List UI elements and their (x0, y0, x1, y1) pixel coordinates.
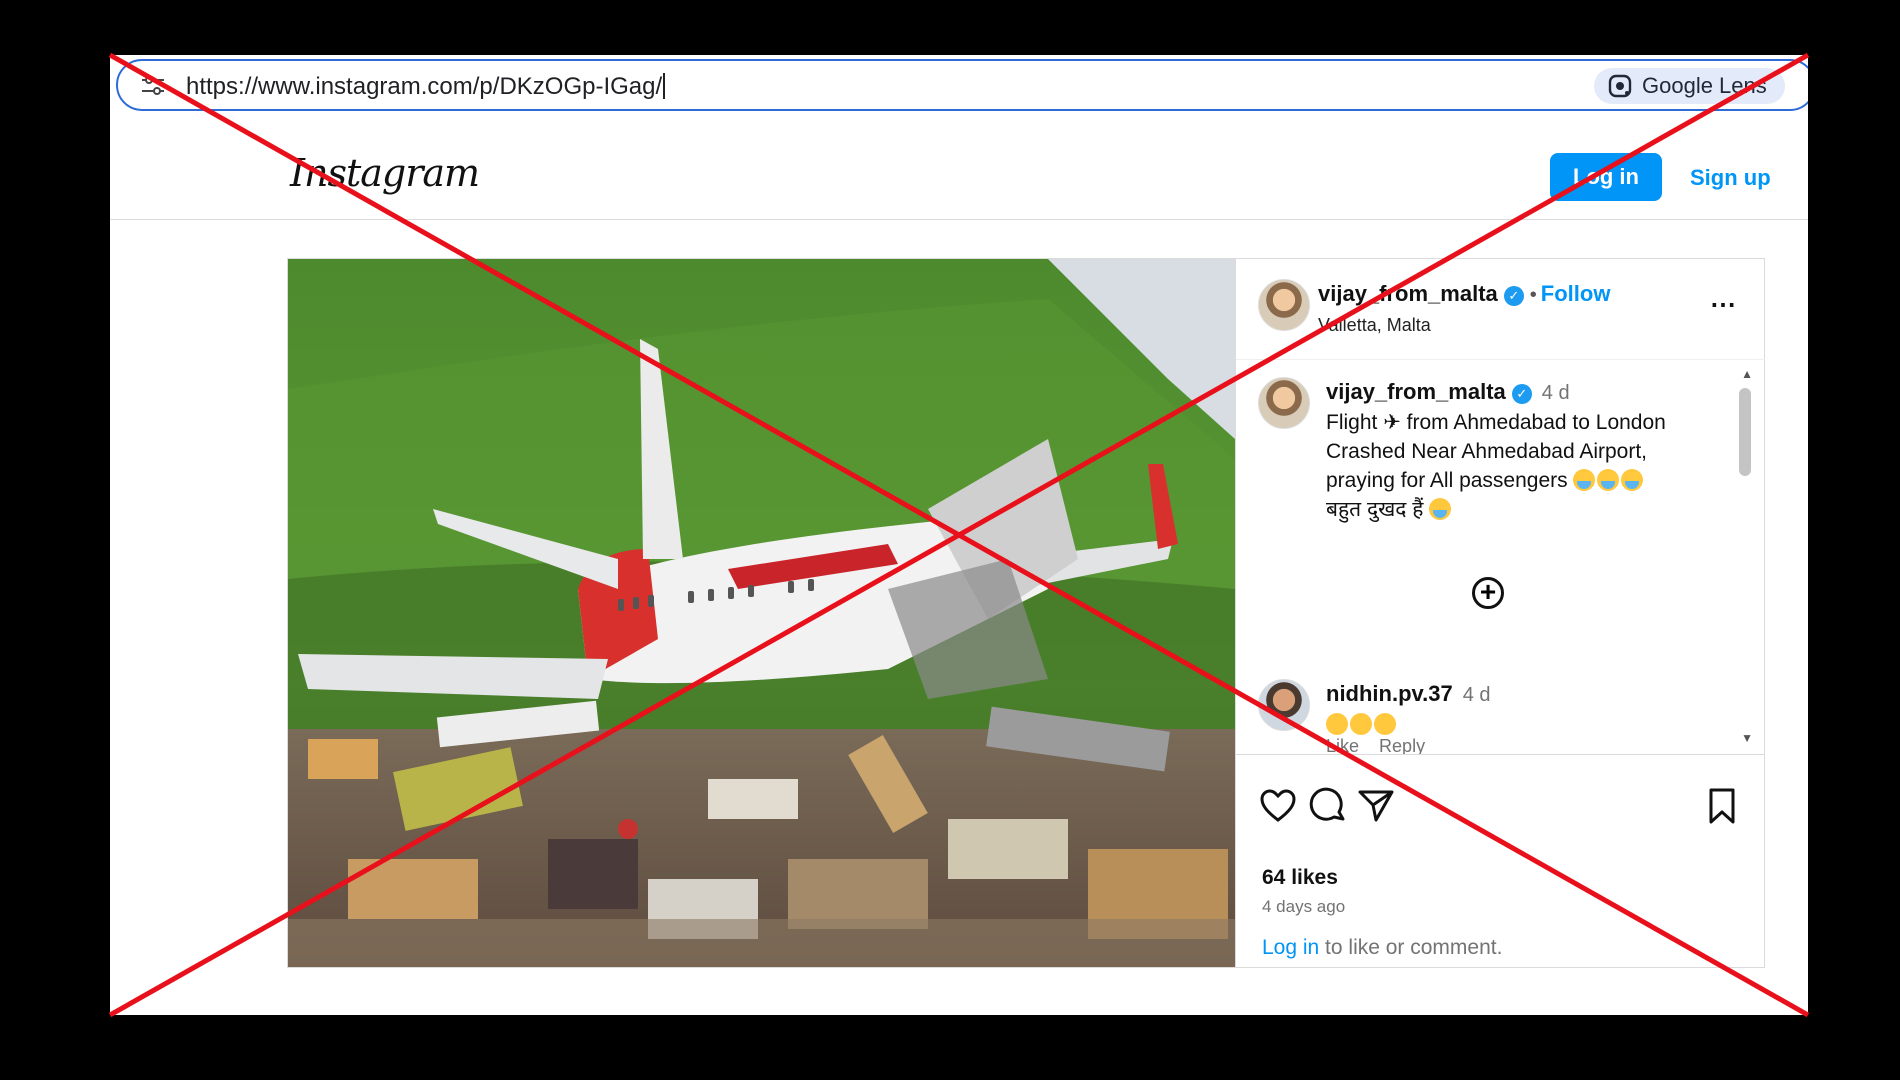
instagram-logo[interactable]: Instagram (290, 151, 480, 195)
login-prompt-text: to like or comment. (1319, 936, 1503, 959)
comment-actions: Like Reply (1326, 736, 1425, 754)
sad-emoji-icon (1350, 713, 1372, 735)
follow-button[interactable]: Follow (1541, 281, 1611, 306)
google-lens-label: Google Lens (1642, 73, 1767, 98)
post-header: vijay_from_malta ✓ • Follow Valletta, Malta… (1236, 259, 1765, 360)
more-options-icon[interactable]: ⋯ (1710, 289, 1737, 320)
login-link[interactable]: Log in (1262, 936, 1319, 959)
separator-dot: • (1529, 284, 1537, 306)
caption-line-4: बहुत दुखद हैं (1326, 495, 1726, 524)
post-card: vijay_from_malta ✓ • Follow Valletta, Malta… (287, 258, 1765, 968)
comments-panel[interactable]: vijay_from_malta ✓ 4 d Flight ✈ from Ahmed… (1236, 359, 1765, 755)
instagram-header: Instagram Log in Sign up (110, 123, 1808, 220)
comment-reply-button[interactable]: Reply (1379, 736, 1425, 754)
author-row: vijay_from_malta ✓ • Follow (1318, 281, 1610, 307)
comment: nidhin.pv.37 4 d (1326, 679, 1491, 739)
avatar[interactable] (1258, 279, 1310, 331)
caption: vijay_from_malta ✓ 4 d Flight ✈ from Ahmed… (1326, 377, 1726, 524)
comment-text (1326, 710, 1491, 739)
sad-emoji-icon (1326, 713, 1348, 735)
site-settings-icon[interactable] (140, 74, 166, 98)
commenter-avatar[interactable] (1258, 679, 1310, 731)
posted-time: 4 days ago (1262, 897, 1346, 916)
post-image[interactable] (288, 259, 1235, 967)
crying-emoji-icon (1429, 498, 1452, 520)
caption-line-1: Flight ✈ from Ahmedabad to London (1326, 411, 1666, 434)
url-text[interactable]: https://www.instagram.com/p/DKzOGp-IGag/ (186, 73, 666, 101)
airplane-icon: ✈ (1383, 411, 1401, 434)
address-bar[interactable]: https://www.instagram.com/p/DKzOGp-IGag/… (116, 59, 1808, 111)
scroll-up-arrow[interactable]: ▲ (1741, 367, 1753, 381)
caption-avatar[interactable] (1258, 377, 1310, 429)
comment-icon[interactable] (1308, 786, 1348, 826)
caption-time: 4 d (1541, 382, 1570, 404)
verified-icon: ✓ (1511, 384, 1532, 404)
share-icon[interactable] (1356, 786, 1396, 826)
browser-window: https://www.instagram.com/p/DKzOGp-IGag/… (110, 55, 1808, 1015)
verified-icon: ✓ (1503, 286, 1524, 306)
scrollbar-thumb[interactable] (1739, 388, 1751, 476)
post-sidebar: vijay_from_malta ✓ • Follow Valletta, Malta… (1235, 259, 1765, 967)
commenter-username[interactable]: nidhin.pv.37 (1326, 681, 1453, 706)
likes-count[interactable]: 64 likes (1262, 866, 1338, 890)
crying-emoji-icon (1597, 469, 1620, 491)
scroll-down-arrow[interactable]: ▼ (1741, 731, 1753, 745)
caption-username[interactable]: vijay_from_malta (1326, 379, 1506, 404)
bookmark-icon[interactable] (1702, 786, 1742, 826)
plane-crash-photo (288, 259, 1235, 967)
google-lens-button[interactable]: Google Lens (1594, 68, 1785, 104)
lens-icon (1608, 74, 1632, 98)
load-more-comments-icon[interactable]: + (1472, 577, 1504, 609)
crying-emoji-icon (1573, 469, 1596, 491)
login-button[interactable]: Log in (1550, 153, 1662, 201)
post-actions: 64 likes 4 days ago Log in to like or co… (1236, 754, 1765, 967)
caption-line-2: Crashed Near Ahmedabad Airport, (1326, 440, 1648, 463)
comment-time: 4 d (1462, 684, 1491, 706)
caption-line-3: praying for All passengers (1326, 466, 1726, 495)
heart-icon[interactable] (1258, 786, 1298, 826)
login-prompt: Log in to like or comment. (1262, 936, 1502, 960)
comment-like-button[interactable]: Like (1326, 736, 1359, 754)
author-username[interactable]: vijay_from_malta (1318, 281, 1498, 306)
signup-link[interactable]: Sign up (1690, 165, 1771, 191)
post-location[interactable]: Valletta, Malta (1318, 315, 1431, 336)
crying-emoji-icon (1621, 469, 1644, 491)
sad-emoji-icon (1374, 713, 1396, 735)
